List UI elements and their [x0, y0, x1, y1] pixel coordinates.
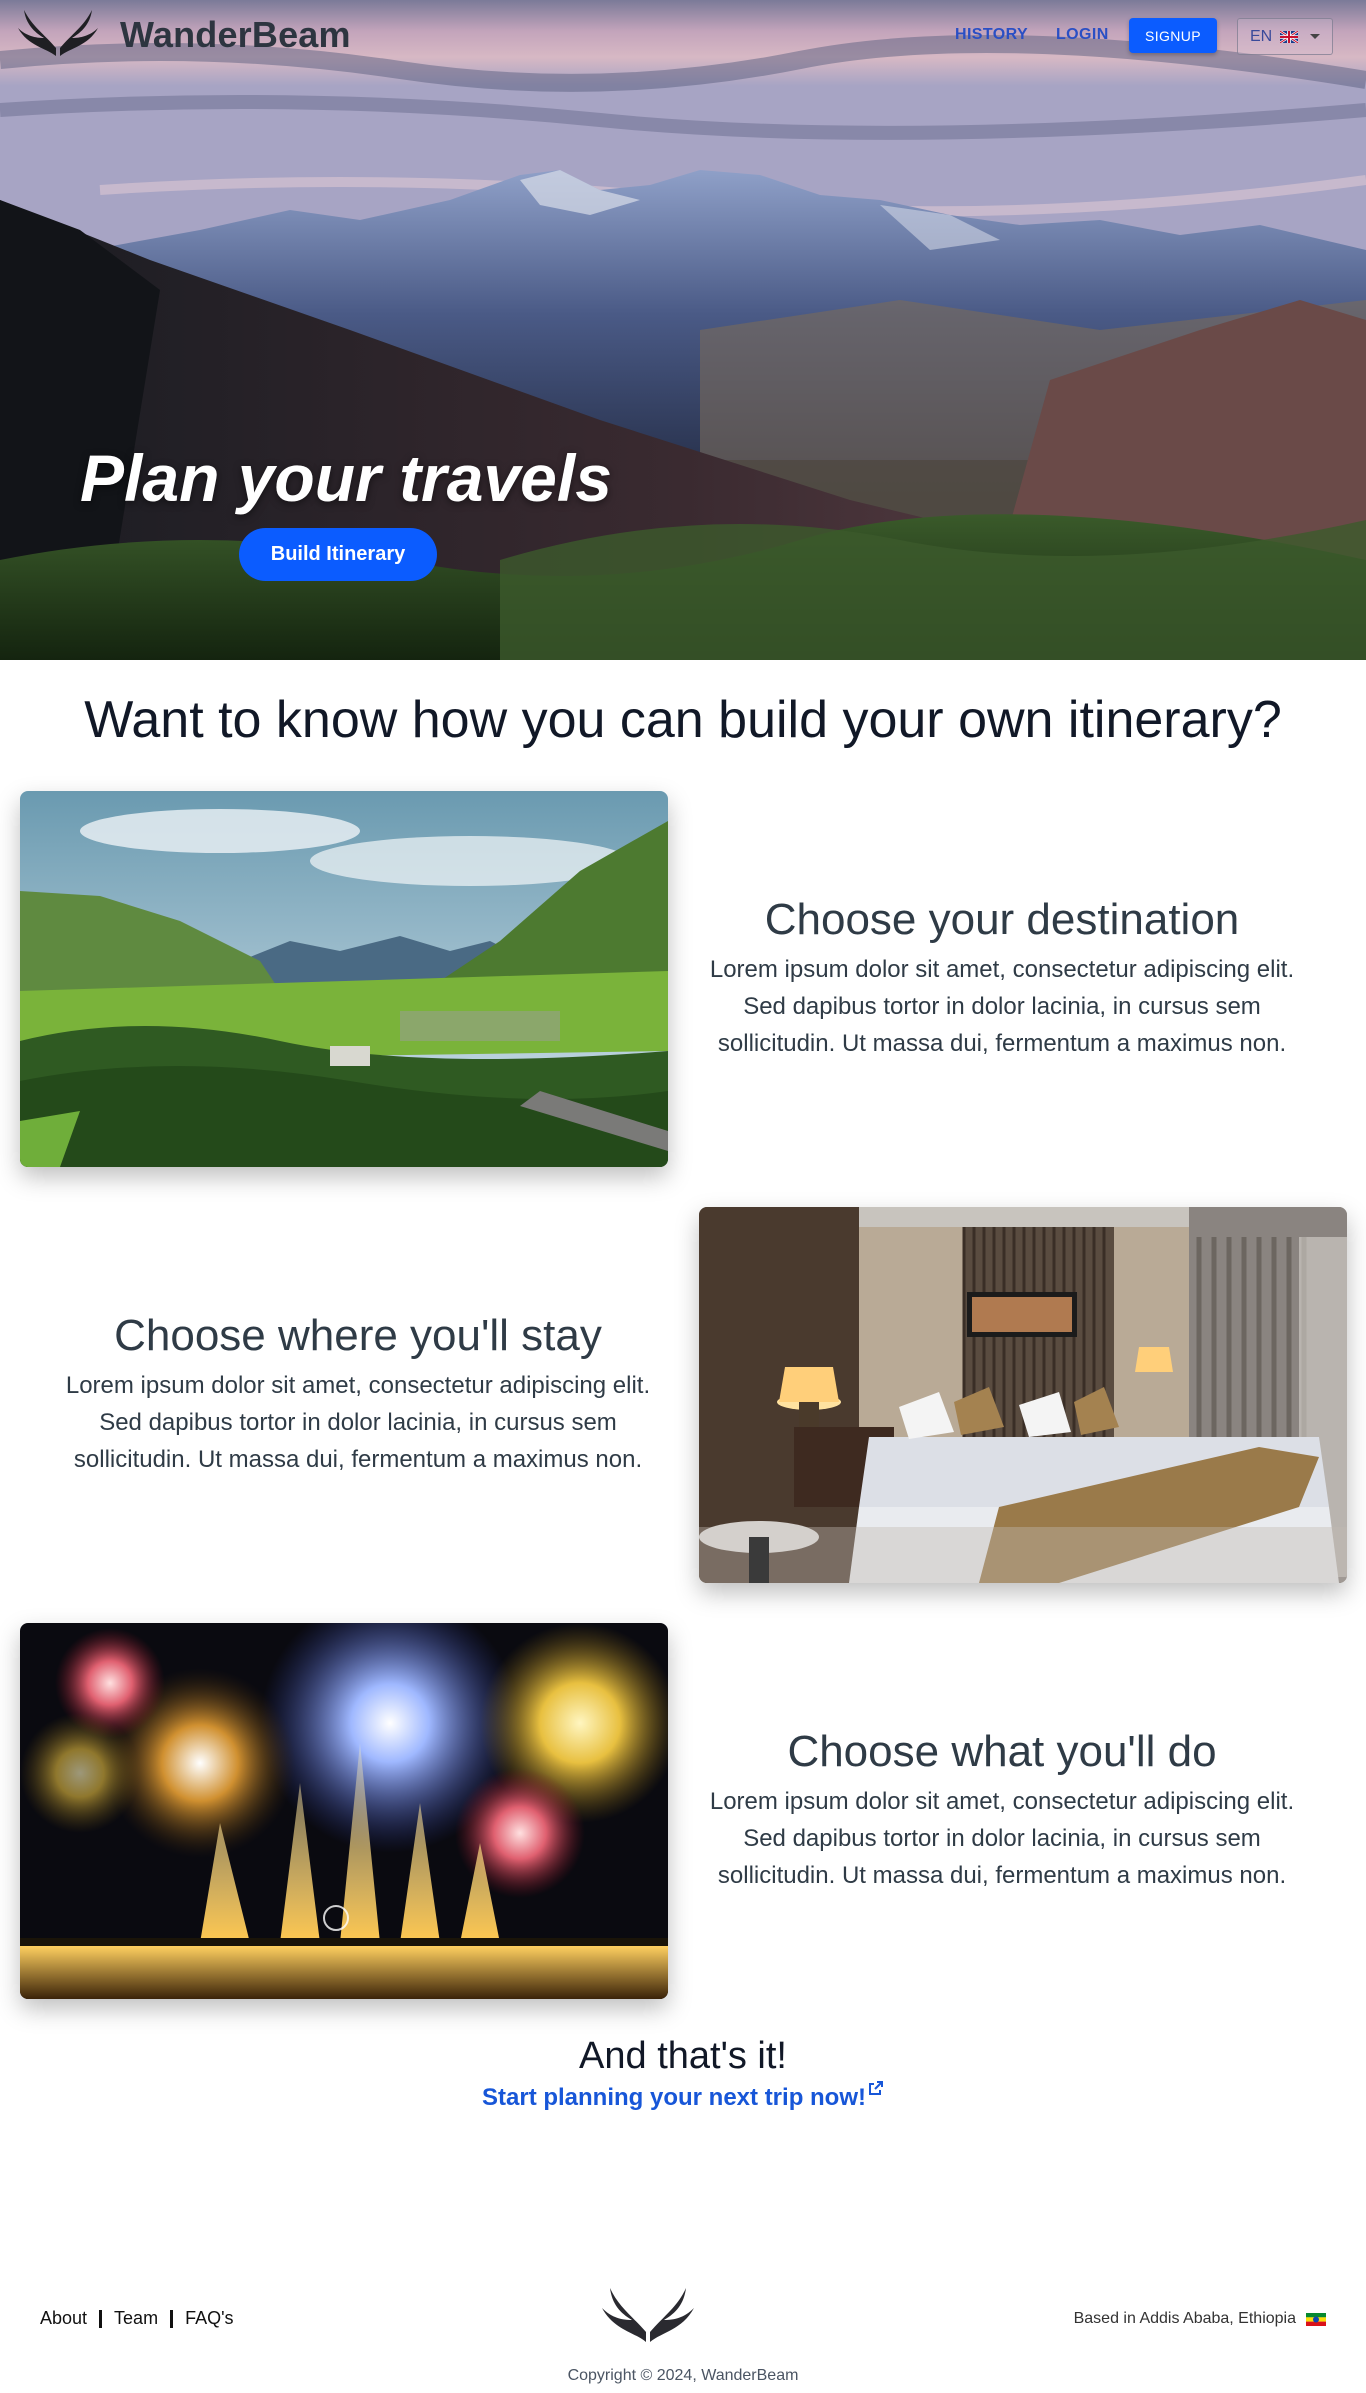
fireworks-image [20, 1623, 668, 1999]
hero-banner: WanderBeam HISTORY LOGIN SIGNUP EN Plan … [0, 0, 1366, 660]
feature-description: Lorem ipsum dolor sit amet, consectetur … [65, 1372, 651, 1473]
footer-links: About Team FAQ's [40, 2308, 234, 2329]
nav-login-link[interactable]: LOGIN [1056, 26, 1109, 44]
feature-stay: Choose where you'll stay Lorem ipsum dol… [48, 1311, 668, 1478]
build-itinerary-button[interactable]: Build Itinerary [239, 528, 437, 581]
ethiopia-flag-icon [1306, 2312, 1326, 2326]
destination-image [20, 791, 668, 1167]
feature-title: Choose what you'll do [787, 1727, 1217, 1776]
top-navbar: WanderBeam HISTORY LOGIN SIGNUP EN [0, 0, 1366, 70]
hero-title: Plan your travels [80, 441, 612, 515]
chevron-down-icon [1310, 34, 1321, 39]
footer-divider [170, 2309, 174, 2328]
wings-logo-icon[interactable] [16, 8, 100, 60]
footer-location: Based in Addis Ababa, Ethiopia [1074, 2310, 1326, 2328]
footer-about-link[interactable]: About [40, 2308, 87, 2329]
feature-destination: Choose your destination Lorem ipsum dolo… [692, 895, 1312, 1062]
signup-button[interactable]: SIGNUP [1129, 18, 1217, 53]
hotel-room-image [699, 1207, 1347, 1583]
footer-team-link[interactable]: Team [114, 2308, 158, 2329]
location-text: Based in Addis Ababa, Ethiopia [1073, 2310, 1296, 2327]
feature-description: Lorem ipsum dolor sit amet, consectetur … [709, 956, 1295, 1057]
language-code: EN [1250, 27, 1273, 45]
copyright-text: Copyright © 2024, WanderBeam [567, 2367, 799, 2384]
external-link-icon [869, 2081, 883, 2095]
section-heading: Want to know how you can build your own … [84, 691, 1282, 749]
language-select[interactable]: EN [1237, 18, 1333, 55]
footer-faq-link[interactable]: FAQ's [185, 2308, 233, 2329]
feature-title: Choose your destination [764, 895, 1240, 944]
brand-name[interactable]: WanderBeam [120, 14, 351, 56]
nav-history-link[interactable]: HISTORY [955, 26, 1028, 44]
footer-divider [99, 2309, 103, 2328]
feature-activities: Choose what you'll do Lorem ipsum dolor … [692, 1727, 1312, 1894]
start-planning-link[interactable]: Start planning your next trip now! [0, 2080, 1366, 2112]
feature-title: Choose where you'll stay [114, 1311, 602, 1360]
uk-flag-icon [1280, 30, 1299, 43]
feature-description: Lorem ipsum dolor sit amet, consectetur … [709, 1788, 1295, 1889]
hero-mountain-image [0, 0, 1366, 660]
outro-title: And that's it! [579, 2035, 787, 2077]
wings-logo-icon [602, 2288, 694, 2342]
start-planning-label: Start planning your next trip now! [482, 2084, 866, 2111]
